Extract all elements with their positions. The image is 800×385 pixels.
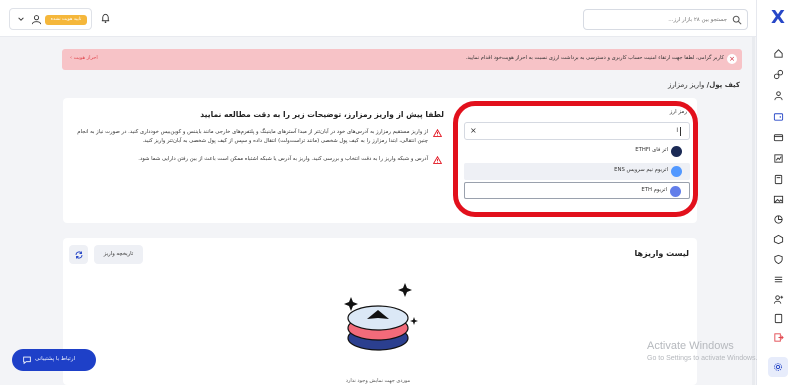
verification-alert: × کاربر گرامی، لطفا جهت ارتقاء امنیت حسا… <box>62 49 742 70</box>
user-menu[interactable]: تایید هویت نشده <box>9 8 92 30</box>
info-line-2: آدرس و شبکه واریز را به دقت انتخاب و برر… <box>138 156 428 162</box>
refresh-icon <box>75 250 82 259</box>
search-input[interactable] <box>587 13 727 26</box>
list-icon[interactable] <box>771 272 785 286</box>
users-icon[interactable] <box>771 88 785 102</box>
document-icon[interactable] <box>771 311 785 325</box>
empty-state-text: موردی جهت نمایش وجود ندارد <box>345 378 411 384</box>
breadcrumb-current: واریز رمزارز <box>667 81 705 89</box>
app-logo[interactable]: X <box>768 8 788 28</box>
verify-link-label: احراز هویت <box>73 55 98 61</box>
close-icon[interactable]: × <box>727 54 737 64</box>
search-icon <box>732 15 742 25</box>
deposit-history-button[interactable]: تاریخچه واریز <box>94 245 143 264</box>
bell-icon[interactable] <box>100 12 111 24</box>
logout-icon[interactable] <box>771 330 785 344</box>
chevron-down-icon <box>18 17 24 21</box>
refresh-button[interactable] <box>69 245 88 264</box>
chart-icon[interactable] <box>771 151 785 165</box>
warning-icon <box>433 129 442 137</box>
market-search[interactable] <box>583 9 748 30</box>
empty-state-illustration <box>344 283 418 351</box>
alert-message: کاربر گرامی، لطفا جهت ارتقاء امنیت حساب … <box>465 55 724 61</box>
info-title: لطفا پیش از واریز رمزارز، توضیحات زیر را… <box>200 110 444 119</box>
box-icon[interactable] <box>771 232 785 246</box>
highlight-ring <box>453 101 698 217</box>
deposits-card: لیست واریزها تاریخچه واریز موردی جهت نما… <box>63 238 697 385</box>
calculator-icon[interactable] <box>771 172 785 186</box>
breadcrumb-parent[interactable]: کیف پول/ <box>707 81 740 89</box>
image-icon[interactable] <box>771 192 785 206</box>
settings-gear-icon[interactable] <box>768 357 788 377</box>
watermark-title: Activate Windows <box>647 340 734 352</box>
pie-chart-icon[interactable] <box>771 212 785 226</box>
sidebar: X <box>756 0 800 385</box>
info-line-1: از واریز مستقیم رمزارز به آدرس‌های خود د… <box>77 129 428 144</box>
link-icon[interactable] <box>771 67 785 81</box>
watermark-subtitle: Go to Settings to activate Windows. <box>647 355 758 362</box>
verify-link[interactable]: ‹ احراز هویت <box>70 55 98 61</box>
verification-badge: تایید هویت نشده <box>45 15 87 25</box>
scrollbar[interactable] <box>752 37 755 385</box>
deposits-title: لیست واریزها <box>634 249 689 258</box>
home-icon[interactable] <box>771 46 785 60</box>
add-user-icon[interactable] <box>771 292 785 306</box>
support-label: ارتباط با پشتیبانی <box>34 356 75 362</box>
breadcrumb: کیف پول/ واریز رمزارز <box>668 81 740 89</box>
top-header: تایید هویت نشده <box>0 0 756 37</box>
warning-icon <box>433 156 442 164</box>
shield-icon[interactable] <box>771 252 785 266</box>
chat-icon <box>23 356 31 365</box>
wallet-icon[interactable] <box>771 109 785 123</box>
card-icon[interactable] <box>771 130 785 144</box>
support-button[interactable]: ارتباط با پشتیبانی <box>12 349 96 371</box>
user-icon <box>31 15 42 25</box>
